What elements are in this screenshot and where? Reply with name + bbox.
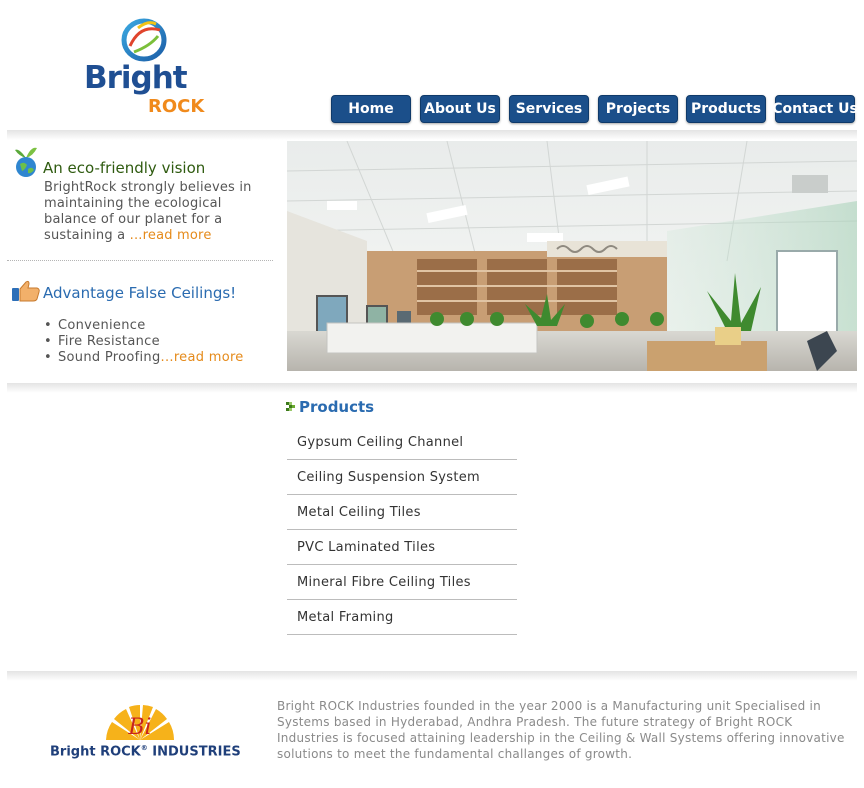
eco-globe-sprout-icon bbox=[15, 147, 37, 177]
nav-home-button[interactable]: Home bbox=[331, 95, 411, 123]
product-mineral-fibre-ceiling-tiles[interactable]: Mineral Fibre Ceiling Tiles bbox=[287, 565, 517, 600]
footer-logo[interactable]: Bi Bright ROCK® INDUSTRIES bbox=[50, 700, 241, 766]
footer-company-name: Bright ROCK® INDUSTRIES bbox=[50, 744, 241, 759]
thumbs-up-icon bbox=[12, 280, 40, 302]
site-logo[interactable]: Bright ROCK bbox=[84, 14, 214, 118]
footer-logo-mark: Bi bbox=[127, 715, 151, 740]
products-heading-label: Products bbox=[299, 398, 375, 416]
logo-word-bright: Bright bbox=[84, 60, 188, 96]
product-metal-framing[interactable]: Metal Framing bbox=[287, 600, 517, 635]
advantage-item-convenience: Convenience bbox=[44, 318, 244, 334]
green-arrow-bullet-icon bbox=[286, 402, 295, 411]
eco-read-more-link[interactable]: ...read more bbox=[130, 228, 212, 243]
footer-about-text: Bright ROCK Industries founded in the ye… bbox=[277, 699, 845, 761]
advantage-item-sound-proofing: Sound Proofing...read more bbox=[44, 350, 244, 366]
logo-word-rock: ROCK bbox=[148, 96, 205, 117]
footer-divider bbox=[7, 671, 857, 681]
footer-name-part1: Bright ROCK bbox=[50, 744, 141, 760]
nav-products-button[interactable]: Products bbox=[686, 95, 766, 123]
advantage-list: Convenience Fire Resistance Sound Proofi… bbox=[44, 318, 244, 366]
header-divider bbox=[7, 130, 857, 140]
advantage-heading: Advantage False Ceilings! bbox=[43, 284, 237, 302]
product-pvc-laminated-tiles[interactable]: PVC Laminated Tiles bbox=[287, 530, 517, 565]
hero-divider bbox=[7, 383, 857, 393]
nav-projects-button[interactable]: Projects bbox=[598, 95, 678, 123]
product-ceiling-suspension-system[interactable]: Ceiling Suspension System bbox=[287, 460, 517, 495]
sunburst-logo-icon: Bi bbox=[106, 705, 175, 740]
advantage-item-sound-proofing-label: Sound Proofing bbox=[58, 350, 161, 365]
advantage-read-more-link[interactable]: ...read more bbox=[161, 350, 244, 365]
product-gypsum-ceiling-channel[interactable]: Gypsum Ceiling Channel bbox=[287, 425, 517, 460]
footer-registered-mark: ® bbox=[140, 744, 148, 752]
nav-about-us-button[interactable]: About Us bbox=[420, 95, 500, 123]
nav-services-button[interactable]: Services bbox=[509, 95, 589, 123]
office-interior-hero-image bbox=[287, 141, 857, 371]
eco-vision-heading: An eco-friendly vision bbox=[43, 159, 206, 177]
globe-swirl-icon bbox=[121, 18, 167, 62]
nav-contact-us-button[interactable]: Contact Us bbox=[772, 95, 858, 123]
section-separator bbox=[7, 260, 273, 261]
products-list: Gypsum Ceiling Channel Ceiling Suspensio… bbox=[287, 425, 517, 635]
advantage-item-fire-resistance: Fire Resistance bbox=[44, 334, 244, 350]
product-metal-ceiling-tiles[interactable]: Metal Ceiling Tiles bbox=[287, 495, 517, 530]
eco-vision-text: BrightRock strongly believes in maintain… bbox=[44, 180, 270, 244]
footer-name-part2: INDUSTRIES bbox=[152, 744, 241, 760]
